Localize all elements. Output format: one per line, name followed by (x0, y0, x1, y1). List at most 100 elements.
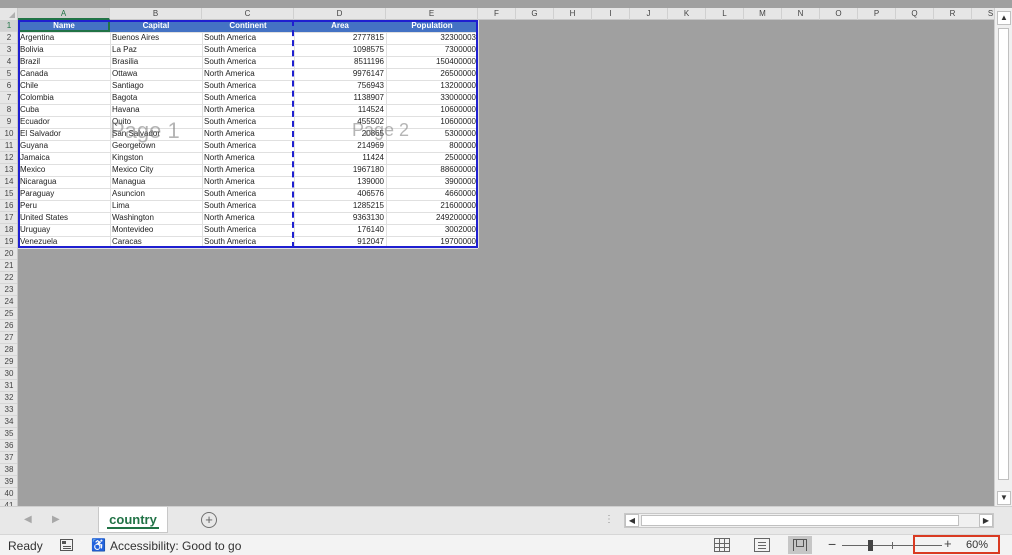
row-header-4[interactable]: 4 (0, 56, 17, 68)
table-cell[interactable]: 33000000 (386, 92, 478, 104)
row-header-31[interactable]: 31 (0, 380, 17, 392)
table-cell[interactable]: Nicaragua (18, 176, 110, 188)
row-header-13[interactable]: 13 (0, 164, 17, 176)
column-header-m[interactable]: M (744, 8, 782, 20)
row-header-23[interactable]: 23 (0, 284, 17, 296)
table-cell[interactable]: La Paz (110, 44, 202, 56)
table-cell[interactable]: South America (202, 92, 294, 104)
column-header-e[interactable]: E (386, 8, 478, 20)
table-cell[interactable]: Ecuador (18, 116, 110, 128)
row-header-3[interactable]: 3 (0, 44, 17, 56)
table-cell[interactable]: Washington (110, 212, 202, 224)
row-header-35[interactable]: 35 (0, 428, 17, 440)
table-cell[interactable]: North America (202, 164, 294, 176)
column-header-b[interactable]: B (110, 8, 202, 20)
table-cell[interactable]: 1967180 (294, 164, 386, 176)
table-cell[interactable]: Cuba (18, 104, 110, 116)
header-cell-population[interactable]: Population (386, 20, 478, 32)
row-header-26[interactable]: 26 (0, 320, 17, 332)
zoom-in-button[interactable]: + (944, 536, 952, 551)
scroll-down-icon[interactable]: ▼ (997, 491, 1011, 505)
table-cell[interactable]: 800000 (386, 140, 478, 152)
column-header-g[interactable]: G (516, 8, 554, 20)
table-cell[interactable]: Uruguay (18, 224, 110, 236)
column-header-p[interactable]: P (858, 8, 896, 20)
table-cell[interactable]: North America (202, 68, 294, 80)
row-header-36[interactable]: 36 (0, 440, 17, 452)
column-header-i[interactable]: I (592, 8, 630, 20)
table-cell[interactable]: 26500000 (386, 68, 478, 80)
accessibility-icon[interactable]: ♿ (91, 538, 106, 552)
macro-recording-icon[interactable] (60, 539, 73, 551)
table-cell[interactable]: Georgetown (110, 140, 202, 152)
row-header-29[interactable]: 29 (0, 356, 17, 368)
row-header-20[interactable]: 20 (0, 248, 17, 260)
row-header-24[interactable]: 24 (0, 296, 17, 308)
table-cell[interactable]: Bolivia (18, 44, 110, 56)
table-cell[interactable]: Peru (18, 200, 110, 212)
zoom-slider-thumb[interactable] (868, 540, 873, 551)
row-header-9[interactable]: 9 (0, 116, 17, 128)
row-header-8[interactable]: 8 (0, 104, 17, 116)
sheet-tab-country[interactable]: country (98, 507, 168, 533)
column-header-d[interactable]: D (294, 8, 386, 20)
row-header-19[interactable]: 19 (0, 236, 17, 248)
table-cell[interactable]: North America (202, 104, 294, 116)
horizontal-scrollbar[interactable]: ◀ ▶ (624, 513, 994, 528)
table-cell[interactable]: 2500000 (386, 152, 478, 164)
header-cell-name[interactable]: Name (18, 20, 110, 32)
add-sheet-button[interactable]: + (201, 512, 217, 528)
scroll-left-icon[interactable]: ◀ (625, 514, 639, 527)
scroll-up-icon[interactable]: ▲ (997, 11, 1011, 25)
table-cell[interactable]: 10600000 (386, 116, 478, 128)
row-header-32[interactable]: 32 (0, 392, 17, 404)
column-header-k[interactable]: K (668, 8, 706, 20)
table-cell[interactable]: Bagota (110, 92, 202, 104)
table-cell[interactable]: Venezuela (18, 236, 110, 248)
table-cell[interactable]: 3900000 (386, 176, 478, 188)
vertical-scrollbar[interactable]: ▲ ▼ (994, 8, 1012, 506)
row-header-15[interactable]: 15 (0, 188, 17, 200)
row-header-2[interactable]: 2 (0, 32, 17, 44)
table-cell[interactable]: Guyana (18, 140, 110, 152)
table-cell[interactable]: 5300000 (386, 128, 478, 140)
scroll-right-icon[interactable]: ▶ (979, 514, 993, 527)
table-cell[interactable]: 7300000 (386, 44, 478, 56)
table-cell[interactable]: San Salvador (110, 128, 202, 140)
tab-split-handle[interactable]: ⋮ (604, 514, 614, 525)
column-header-l[interactable]: L (706, 8, 744, 20)
column-header-n[interactable]: N (782, 8, 820, 20)
table-cell[interactable]: South America (202, 80, 294, 92)
table-cell[interactable]: Mexico City (110, 164, 202, 176)
table-cell[interactable]: Argentina (18, 32, 110, 44)
header-cell-continent[interactable]: Continent (202, 20, 294, 32)
table-cell[interactable]: 3002000 (386, 224, 478, 236)
table-cell[interactable]: 8511196 (294, 56, 386, 68)
table-cell[interactable]: 150400000 (386, 56, 478, 68)
page-break-preview-icon[interactable] (788, 536, 812, 554)
table-cell[interactable]: Brasilia (110, 56, 202, 68)
table-cell[interactable]: 32300003 (386, 32, 478, 44)
table-cell[interactable]: Canada (18, 68, 110, 80)
table-cell[interactable]: 4660000 (386, 188, 478, 200)
table-cell[interactable]: 455502 (294, 116, 386, 128)
worksheet-grid[interactable]: Name Capital Continent Area Population Argent… (18, 20, 994, 506)
row-header-16[interactable]: 16 (0, 200, 17, 212)
column-header-f[interactable]: F (478, 8, 516, 20)
table-cell[interactable]: Montevideo (110, 224, 202, 236)
column-header-a[interactable]: A (18, 8, 110, 20)
table-cell[interactable]: South America (202, 56, 294, 68)
zoom-level[interactable]: 60% (966, 539, 988, 551)
table-cell[interactable]: South America (202, 44, 294, 56)
table-cell[interactable]: 10600000 (386, 104, 478, 116)
table-cell[interactable]: 19700000 (386, 236, 478, 248)
next-sheet-icon[interactable]: ▶ (52, 514, 60, 525)
row-header-1[interactable]: 1 (0, 20, 17, 32)
table-cell[interactable]: North America (202, 212, 294, 224)
table-cell[interactable]: Managua (110, 176, 202, 188)
table-cell[interactable]: Jamaica (18, 152, 110, 164)
table-cell[interactable]: 1285215 (294, 200, 386, 212)
table-cell[interactable]: South America (202, 236, 294, 248)
table-cell[interactable]: 9976147 (294, 68, 386, 80)
row-header-6[interactable]: 6 (0, 80, 17, 92)
